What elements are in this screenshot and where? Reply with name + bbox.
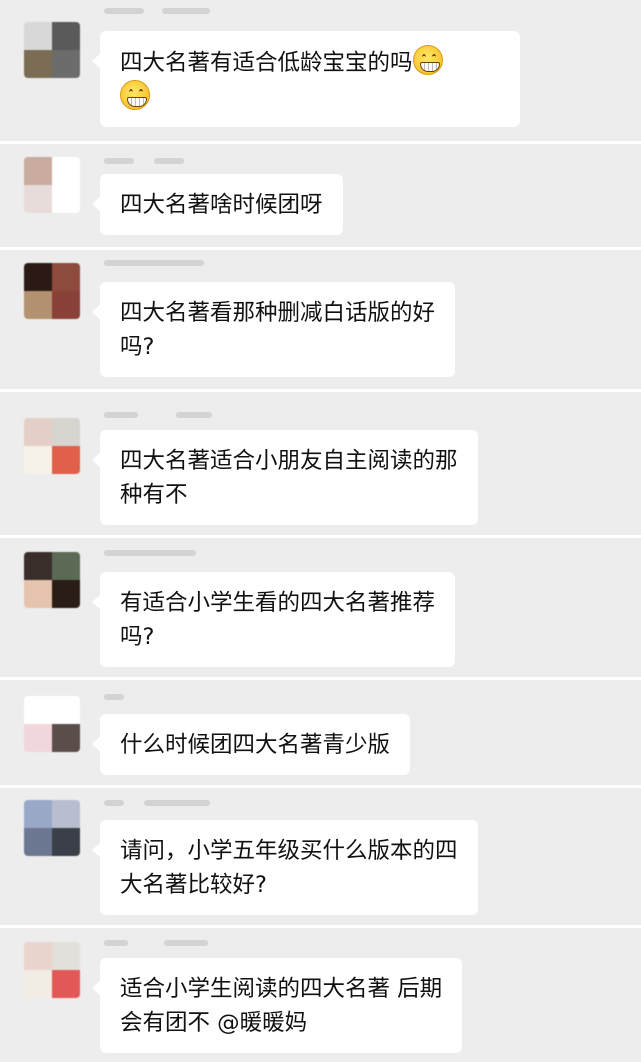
list-item: 四大名著适合小朋友自主阅读的那 种有不: [0, 392, 641, 534]
sender-name: [102, 934, 212, 952]
message-bubble[interactable]: 适合小学生阅读的四大名著 后期 会有团不 @暖暖妈: [91, 958, 463, 1053]
message-text: 请问，小学五年级买什么版本的四 大名著比较好?: [120, 838, 458, 898]
list-item: 请问，小学五年级买什么版本的四 大名著比较好?: [0, 788, 641, 924]
message-bubble[interactable]: 四大名著啥时候团呀: [92, 174, 343, 235]
message-text: 四大名著啥时候团呀: [120, 192, 323, 218]
avatar[interactable]: [24, 157, 80, 213]
avatar[interactable]: [24, 552, 80, 608]
sender-name: [102, 688, 212, 706]
list-item: 有适合小学生看的四大名著推荐 吗?: [0, 538, 641, 676]
sender-name: [102, 406, 212, 424]
list-item: 四大名著有适合低龄宝宝的吗: [0, 0, 641, 140]
message-bubble[interactable]: 请问，小学五年级买什么版本的四 大名著比较好?: [92, 820, 478, 915]
message-text: 四大名著有适合低龄宝宝的吗: [120, 50, 413, 76]
sender-name: [102, 152, 212, 170]
list-item: 什么时候团四大名著青少版: [0, 680, 641, 784]
message-bubble[interactable]: 四大名著看那种删减白话版的好 吗?: [91, 282, 456, 377]
avatar[interactable]: [24, 942, 80, 998]
avatar[interactable]: [24, 418, 80, 474]
avatar[interactable]: [24, 696, 80, 752]
message-bubble[interactable]: 有适合小学生看的四大名著推荐 吗?: [91, 572, 456, 667]
avatar[interactable]: [24, 22, 80, 78]
list-item: 适合小学生阅读的四大名著 后期 会有团不 @暖暖妈: [0, 928, 641, 1062]
sender-name: [102, 2, 212, 20]
message-text: 四大名著看那种删减白话版的好 吗?: [120, 300, 436, 360]
sender-name: [102, 794, 212, 812]
list-item: 四大名著看那种删减白话版的好 吗?: [0, 250, 641, 388]
message-text: 四大名著适合小朋友自主阅读的那 种有不: [120, 448, 458, 508]
message-bubble[interactable]: 什么时候团四大名著青少版: [91, 714, 411, 775]
avatar[interactable]: [24, 800, 80, 856]
avatar[interactable]: [24, 263, 80, 319]
message-bubble[interactable]: 四大名著有适合低龄宝宝的吗: [92, 31, 520, 127]
message-text: 有适合小学生看的四大名著推荐 吗?: [120, 590, 436, 650]
message-text: 什么时候团四大名著青少版: [120, 732, 391, 758]
message-bubble[interactable]: 四大名著适合小朋友自主阅读的那 种有不: [92, 430, 478, 525]
sender-name: [102, 254, 212, 272]
grinning-face-icon: [412, 45, 443, 75]
message-text: 适合小学生阅读的四大名著 后期 会有团不 @暖暖妈: [120, 976, 443, 1036]
sender-name: [102, 544, 212, 562]
grinning-face-icon: [120, 80, 150, 110]
list-item: 四大名著啥时候团呀: [0, 144, 641, 246]
